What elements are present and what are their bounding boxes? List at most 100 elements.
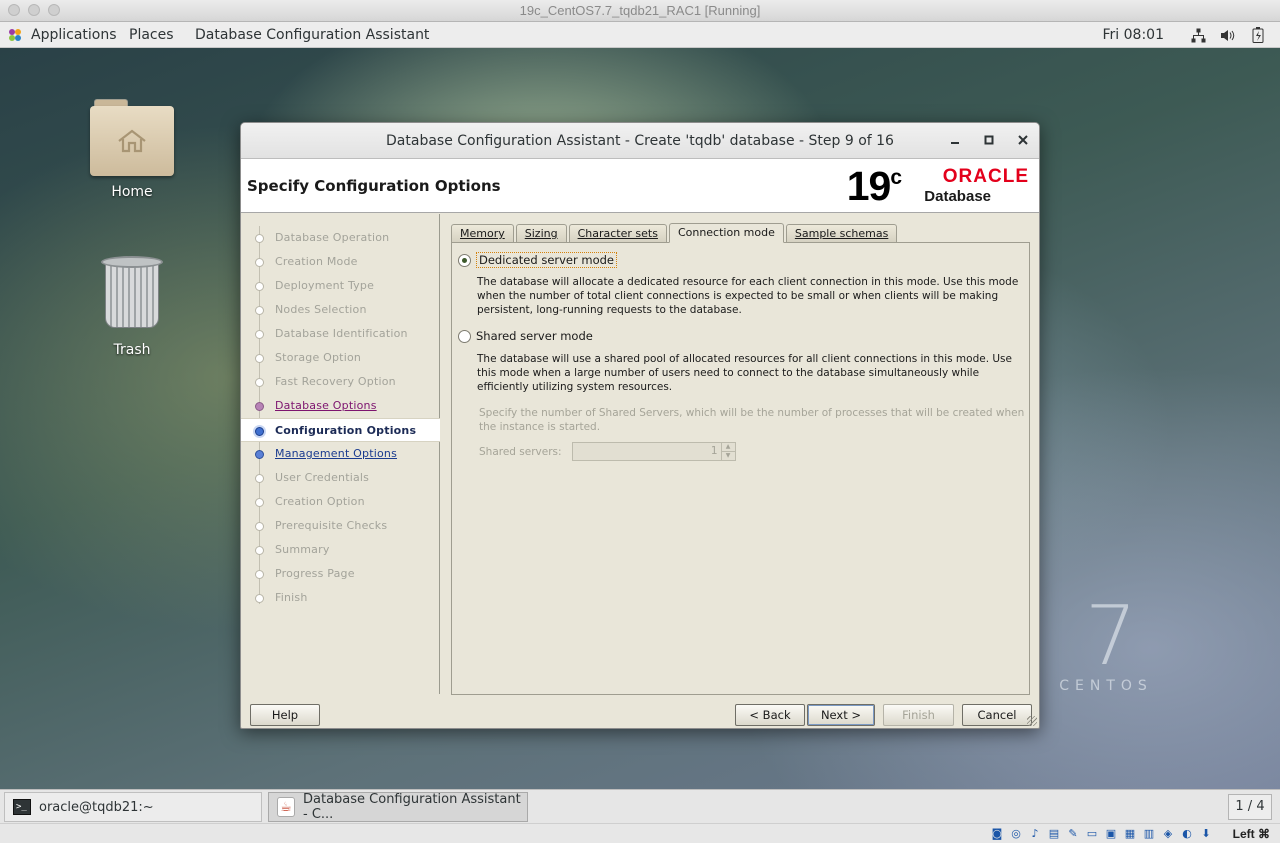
mouse-integration-icon[interactable]: ◈ (1160, 826, 1176, 842)
step-finish: Finish (241, 586, 440, 610)
back-button[interactable]: < Back (735, 704, 805, 726)
wallpaper-numeral: 7 (1084, 589, 1138, 684)
network-adapter-icon[interactable]: ▤ (1046, 826, 1062, 842)
dedicated-server-label[interactable]: Dedicated server mode (476, 252, 618, 268)
bottom-taskbar: >_ oracle@tqdb21:~ ☕ Database Configurat… (0, 789, 1280, 823)
tab-character-sets[interactable]: Character sets (568, 224, 667, 243)
trash-icon (101, 256, 163, 330)
gnome-top-bar: Applications Places Database Configurati… (0, 22, 1280, 48)
vm-device-icons: ◙ ◎ ♪ ▤ ✎ ▭ ▣ ▦ ▥ ◈ ◐ ⬇ (989, 826, 1214, 842)
desktop-icon-home[interactable]: Home (77, 96, 187, 200)
step-navigation: Database Operation Creation Mode Deploym… (241, 214, 440, 694)
step-user-credentials: User Credentials (241, 466, 440, 490)
maximize-icon[interactable] (983, 134, 995, 149)
oracle-19c-logo: 19c ORACLE Database (839, 164, 1029, 208)
logo-version: 19c (846, 163, 902, 209)
shared-server-radio[interactable]: Shared server mode (458, 329, 593, 343)
guest-additions-icon[interactable]: ◐ (1179, 826, 1195, 842)
hard-disk-icon[interactable]: ◙ (989, 826, 1005, 842)
video-capture-icon[interactable]: ▦ (1122, 826, 1138, 842)
shared-servers-row: Shared servers: 1 ▲ ▼ (479, 442, 736, 461)
desktop-icon-label: Home (111, 184, 153, 200)
finish-button: Finish (883, 704, 954, 726)
centos-wallpaper-logo: 7 CENTOS (1056, 589, 1156, 695)
cancel-button[interactable]: Cancel (962, 704, 1032, 726)
host-key-indicator: Left ⌘ (1232, 827, 1270, 841)
optical-drive-icon[interactable]: ◎ (1008, 826, 1024, 842)
clock[interactable]: Fri 08:01 (1103, 27, 1164, 43)
task-dbca[interactable]: ☕ Database Configuration Assistant - C..… (268, 792, 528, 822)
step-management-options[interactable]: Management Options (241, 442, 440, 466)
shared-servers-spinner: 1 ▲ ▼ (571, 442, 736, 461)
logo-brand: ORACLE (942, 166, 1029, 187)
cpu-icon[interactable]: ▥ (1141, 826, 1157, 842)
step-summary: Summary (241, 538, 440, 562)
tab-connection-mode[interactable]: Connection mode (668, 223, 784, 243)
step-database-identification: Database Identification (241, 322, 440, 346)
tab-memory[interactable]: Memory (451, 224, 514, 243)
usb-icon[interactable]: ✎ (1065, 826, 1081, 842)
close-window-light[interactable] (8, 4, 20, 16)
step-creation-mode: Creation Mode (241, 250, 440, 274)
task-terminal[interactable]: >_ oracle@tqdb21:~ (4, 792, 262, 822)
window-traffic-lights (8, 4, 60, 16)
vm-window-titlebar: 19c_CentOS7.7_tqdb21_RAC1 [Running] (0, 0, 1280, 22)
step-database-operation: Database Operation (241, 226, 440, 250)
applications-menu[interactable]: Applications (31, 22, 117, 48)
dbca-dialog: Database Configuration Assistant - Creat… (240, 122, 1040, 729)
audio-icon[interactable]: ♪ (1027, 826, 1043, 842)
step-prerequisite-checks: Prerequisite Checks (241, 514, 440, 538)
applications-icon (9, 29, 21, 41)
workspace-pager[interactable]: 1 / 4 (1228, 794, 1272, 820)
dialog-titlebar: Database Configuration Assistant - Creat… (241, 123, 1039, 159)
display-icon[interactable]: ▣ (1103, 826, 1119, 842)
task-label: Database Configuration Assistant - C... (303, 792, 521, 822)
spinner-up-icon: ▲ (721, 443, 735, 452)
next-button[interactable]: Next > (807, 704, 875, 726)
logo-product: Database (924, 188, 991, 205)
desktop-icon-label: Trash (113, 342, 151, 358)
shared-server-description: The database will use a shared pool of a… (477, 353, 1012, 393)
radio-selected-icon[interactable] (458, 253, 471, 267)
tab-sizing[interactable]: Sizing (515, 224, 567, 243)
step-configuration-options[interactable]: Configuration Options (241, 418, 440, 442)
configuration-content: Memory Sizing Character sets Connection … (451, 223, 1031, 695)
virtualbox-status-bar: ◙ ◎ ♪ ▤ ✎ ▭ ▣ ▦ ▥ ◈ ◐ ⬇ Left ⌘ (0, 823, 1280, 843)
network-icon[interactable] (1190, 27, 1206, 43)
java-icon: ☕ (277, 797, 295, 817)
dedicated-server-radio[interactable]: Dedicated server mode (458, 252, 618, 268)
terminal-icon: >_ (13, 799, 31, 815)
step-storage-option: Storage Option (241, 346, 440, 370)
step-database-options[interactable]: Database Options (241, 394, 440, 418)
radio-unselected-icon[interactable] (458, 329, 471, 343)
shared-servers-label: Shared servers: (479, 445, 562, 458)
zoom-window-light[interactable] (48, 4, 60, 16)
active-app-menu[interactable]: Database Configuration Assistant (195, 22, 429, 48)
shared-servers-description: Specify the number of Shared Servers, wh… (479, 407, 1025, 433)
minimize-icon[interactable] (949, 134, 961, 149)
step-progress-page: Progress Page (241, 562, 440, 586)
step-nodes-selection: Nodes Selection (241, 298, 440, 322)
shared-servers-value: 1 (710, 445, 718, 457)
task-label: oracle@tqdb21:~ (39, 799, 154, 815)
tab-sample-schemas[interactable]: Sample schemas (785, 224, 898, 243)
volume-icon[interactable] (1220, 27, 1236, 43)
step-creation-option: Creation Option (241, 490, 440, 514)
dialog-header: Specify Configuration Options 19c ORACLE… (241, 159, 1039, 213)
wallpaper-word: CENTOS (1059, 678, 1153, 694)
minimize-window-light[interactable] (28, 4, 40, 16)
shared-server-label[interactable]: Shared server mode (476, 329, 593, 343)
close-icon[interactable] (1017, 134, 1029, 149)
step-deployment-type: Deployment Type (241, 274, 440, 298)
places-menu[interactable]: Places (129, 22, 174, 48)
keyboard-capture-icon[interactable]: ⬇ (1198, 826, 1214, 842)
page-title: Specify Configuration Options (247, 177, 501, 195)
battery-icon[interactable] (1250, 27, 1266, 43)
shared-folder-icon[interactable]: ▭ (1084, 826, 1100, 842)
step-fast-recovery-option: Fast Recovery Option (241, 370, 440, 394)
help-button[interactable]: Help (250, 704, 320, 726)
home-folder-icon (90, 96, 174, 176)
resize-grip-icon[interactable] (1027, 716, 1037, 726)
desktop-icon-trash[interactable]: Trash (77, 256, 187, 358)
dialog-title: Database Configuration Assistant - Creat… (386, 133, 894, 149)
